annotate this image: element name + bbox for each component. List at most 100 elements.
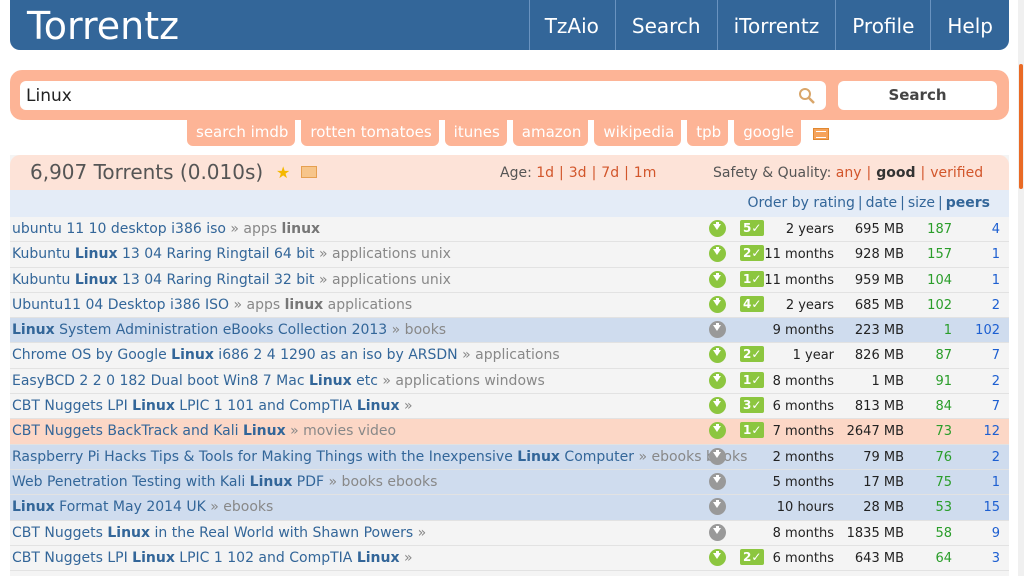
download-icon[interactable] [709,397,726,415]
download-icon[interactable] [709,548,726,566]
seeds-cell: 91 [935,373,952,389]
category-text: » apps linux applications [229,296,413,313]
title-text: CBT Nuggets [12,524,108,541]
torrent-title-link[interactable]: Chrome OS by Google Linux i686 2 4 1290 … [12,347,560,363]
seeds-cell: 73 [935,424,952,440]
table-row[interactable]: Kubuntu Linux 13 04 Raring Ringtail 64 b… [10,242,1009,268]
scrollbar-thumb[interactable] [1019,64,1023,189]
download-icon[interactable] [709,321,726,339]
age-cell: 11 months [764,247,834,263]
nav-search[interactable]: Search [614,0,717,50]
order-peers[interactable]: peers [946,195,990,211]
size-cell: 17 MB [863,474,904,490]
order-options: Order by rating | date | size | peers [747,195,991,211]
table-row[interactable]: Kubuntu Linux 13 04 Raring Ringtail 32 b… [10,267,1009,293]
star-icon[interactable]: ★ [276,163,290,182]
torrent-title-link[interactable]: Kubuntu Linux 13 04 Raring Ringtail 64 b… [12,246,451,262]
title-keyword: Linux [132,549,175,566]
download-icon[interactable] [709,498,726,516]
safety-any[interactable]: any [836,165,862,181]
torrent-title-link[interactable]: Linux Format May 2014 UK » ebooks [12,499,273,515]
torrent-title-link[interactable]: ubuntu 11 10 desktop i386 iso » apps lin… [12,221,320,237]
age-1m[interactable]: 1m [634,165,657,181]
scrollbar[interactable] [1018,0,1024,576]
results-panel: 6,907 Torrents (0.010s) ★ Age: 1d | 3d | 7d |… [10,155,1009,576]
torrent-title-link[interactable]: CBT Nuggets BackTrack and Kali Linux » m… [12,423,396,439]
torrent-title-link[interactable]: CBT Nuggets Linux in the Real World with… [12,525,426,541]
table-row[interactable]: Chrome OS by Google Linux i686 2 4 1290 … [10,343,1009,369]
peers-cell: 2 [991,449,1000,465]
wikipedia-link[interactable]: wikipedia [594,120,682,146]
torrent-title-link[interactable]: Kubuntu Linux 13 04 Raring Ringtail 32 b… [12,272,451,288]
torrent-title-link[interactable]: CBT Nuggets LPI Linux LPIC 1 101 and Com… [12,398,413,414]
nav-help[interactable]: Help [930,0,1009,50]
table-row[interactable]: CBT Nuggets LPI Linux LPIC 1 102 and Com… [10,545,1009,572]
table-row[interactable]: Ubuntu11 04 Desktop i386 ISO » apps linu… [10,292,1009,319]
download-icon[interactable] [709,346,726,364]
search-button[interactable]: Search [838,81,997,110]
download-icon[interactable] [709,447,726,465]
vote-badge: 2✓ [740,245,765,262]
download-icon[interactable] [709,270,726,288]
torrent-title-link[interactable]: Ubuntu11 04 Desktop i386 ISO » apps linu… [12,297,412,313]
title-keyword: Linux [132,398,175,415]
download-icon[interactable] [709,422,726,440]
age-7d[interactable]: 7d [601,165,619,181]
size-cell: 643 MB [854,550,904,566]
download-icon[interactable] [709,523,726,541]
tpb-link[interactable]: tpb [687,120,729,146]
mail-icon[interactable] [301,166,317,178]
download-icon[interactable] [709,245,726,263]
table-row[interactable]: EasyBCD 2 2 0 182 Dual boot Win8 7 Mac L… [10,368,1009,395]
download-icon[interactable] [709,295,726,313]
seeds-cell: 75 [935,474,952,490]
table-row[interactable]: CBT Nuggets BackTrack and Kali Linux » m… [10,419,1009,445]
table-row[interactable]: CBT Nuggets Linux in the Real World with… [10,520,1009,546]
age-cell: 2 years [785,222,834,237]
table-row[interactable]: Raspberry Pi Hacks Tips & Tools for Maki… [10,444,1009,470]
table-row[interactable]: ubuntu 11 10 desktop i386 iso » apps lin… [10,217,1009,243]
table-row[interactable]: Linux System Administration eBooks Colle… [10,318,1009,344]
rss-icon[interactable] [813,128,829,140]
vote-badge: 1✓ [740,371,765,388]
table-row[interactable]: Web Penetration Testing with Kali Linux … [10,469,1009,496]
main-nav: TzAio Search iTorrentz Profile Help [528,0,1009,50]
category-text: » applications unix [314,246,451,263]
safety-good[interactable]: good [876,165,915,181]
download-icon[interactable] [709,220,726,237]
title-text: Chrome OS by Google [12,347,172,364]
torrent-title-link[interactable]: Linux System Administration eBooks Colle… [12,322,446,338]
age-3d[interactable]: 3d [569,165,587,181]
title-keyword: Linux [356,398,400,415]
order-size[interactable]: size [908,195,935,211]
search-imdb-link[interactable]: search imdb [187,120,296,146]
peers-cell: 7 [991,399,1000,415]
site-logo[interactable]: Torrentz [27,3,179,49]
google-link[interactable]: google [734,120,801,146]
amazon-link[interactable]: amazon [512,120,589,146]
download-icon[interactable] [709,371,726,389]
itunes-link[interactable]: itunes [444,120,507,146]
title-text: Kubuntu [12,271,75,288]
order-date[interactable]: date [866,195,898,211]
torrent-title-link[interactable]: EasyBCD 2 2 0 182 Dual boot Win8 7 Mac L… [12,373,545,389]
magnifier-icon[interactable] [798,87,816,105]
size-cell: 813 MB [854,399,904,415]
download-icon[interactable] [709,472,726,490]
title-text: Format May 2014 UK [54,499,206,516]
order-rating[interactable]: rating [813,195,854,211]
age-1d[interactable]: 1d [536,165,554,181]
nav-itorrentz[interactable]: iTorrentz [716,0,836,50]
torrent-title-link[interactable]: CBT Nuggets LPI Linux LPIC 1 102 and Com… [12,550,413,566]
table-row[interactable]: Linux Format May 2014 UK » ebooks 10 hour… [10,495,1009,521]
nav-tzaio[interactable]: TzAio [528,0,615,50]
title-text: Computer [559,448,635,465]
torrent-title-link[interactable]: Web Penetration Testing with Kali Linux … [12,474,437,490]
title-text: i686 2 4 1290 as an iso by ARSDN [213,347,458,364]
safety-verified[interactable]: verified [930,165,983,181]
rotten-tomatoes-link[interactable]: rotten tomatoes [301,120,439,146]
table-row[interactable]: CBT Nuggets LPI Linux LPIC 1 101 and Com… [10,394,1009,420]
search-input[interactable] [26,81,786,110]
nav-profile[interactable]: Profile [835,0,930,50]
torrent-title-link[interactable]: Raspberry Pi Hacks Tips & Tools for Maki… [12,449,747,465]
